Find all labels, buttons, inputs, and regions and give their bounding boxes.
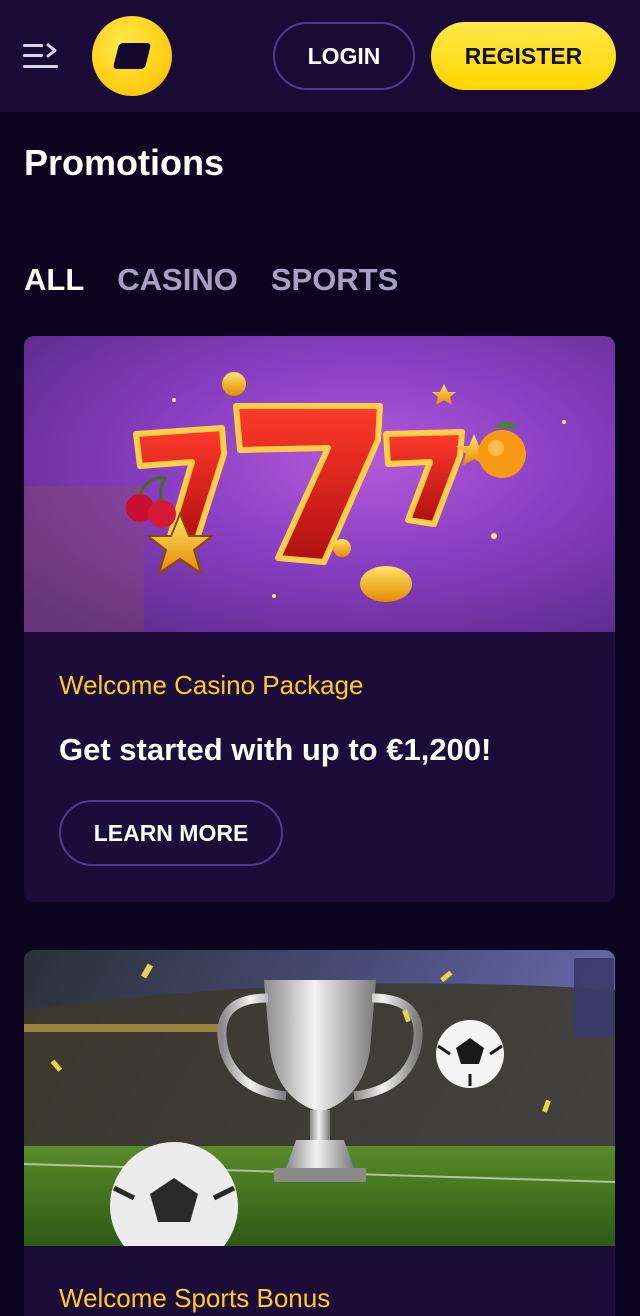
menu-collapse-icon[interactable] [22,40,60,72]
tab-sports[interactable]: SPORTS [271,262,398,302]
promotion-eyebrow: Welcome Sports Bonus [59,1283,331,1313]
logo-mark [112,43,152,69]
register-button[interactable]: REGISTER [431,22,616,90]
tab-all[interactable]: ALL [24,262,84,302]
learn-more-button[interactable]: LEARN MORE [59,800,283,866]
promotion-eyebrow: Welcome Casino Package [59,670,364,700]
promotion-category-tabs: ALL CASINO SPORTS [24,262,431,302]
page-title: Promotions [24,142,225,183]
slot-777-illustration [24,336,615,632]
promotion-card-casino: Welcome Casino Package Get started with … [24,336,615,902]
promotion-headline: Get started with up to €1,200! [59,732,492,767]
soccer-ball-right [436,1020,504,1088]
brand-logo-icon[interactable] [92,16,172,96]
tab-casino[interactable]: CASINO [117,262,238,302]
promotion-card-sports: Welcome Sports Bonus [24,950,615,1316]
trophy-stadium-illustration [24,950,615,1246]
top-navigation-bar: LOGIN REGISTER [0,0,640,112]
login-button[interactable]: LOGIN [273,22,415,90]
